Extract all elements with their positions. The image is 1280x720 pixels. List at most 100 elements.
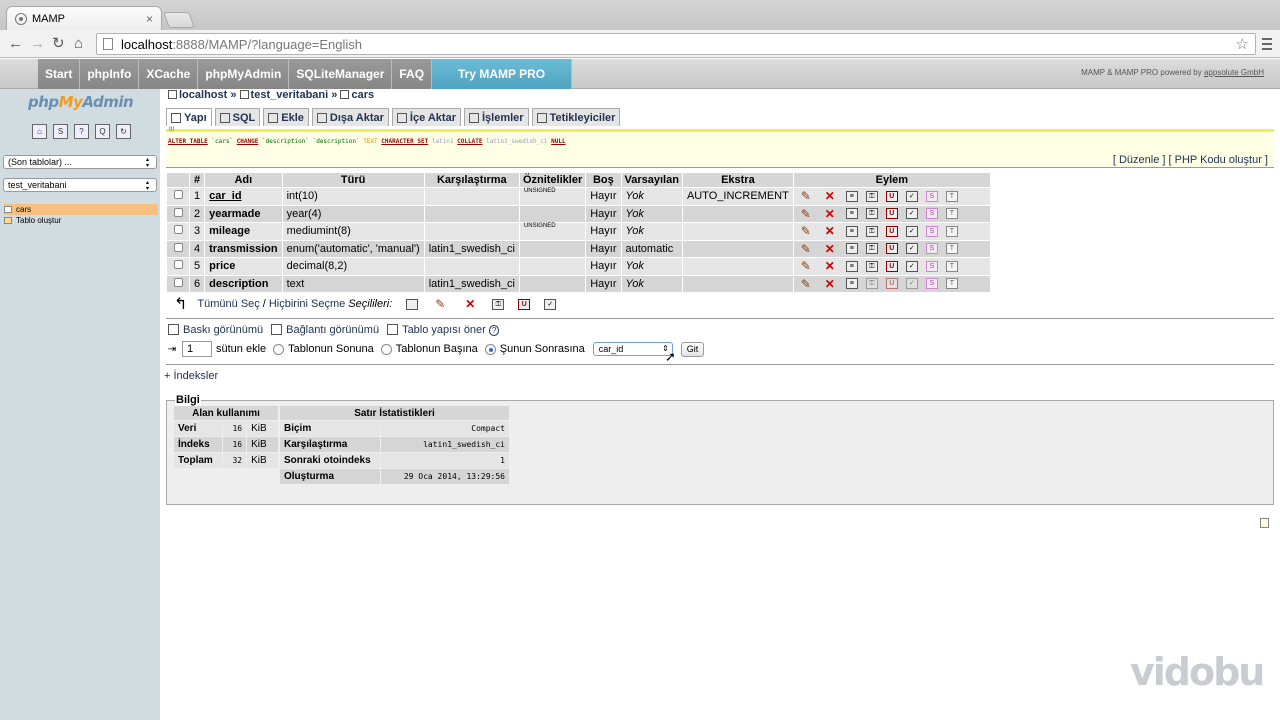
edit-query-link[interactable]: Düzenle xyxy=(1119,154,1159,166)
browse-icon[interactable]: ≡ xyxy=(845,208,858,220)
sql-query-icon[interactable]: S xyxy=(53,124,68,139)
back-arrow-icon[interactable]: ← xyxy=(8,35,23,53)
index-icon[interactable]: ✓ xyxy=(905,260,918,272)
go-button[interactable]: Git xyxy=(680,341,705,357)
spatial-icon[interactable]: S xyxy=(925,260,938,272)
tab-structure[interactable]: Yapı xyxy=(166,108,212,126)
browse-selected-icon[interactable] xyxy=(406,298,419,310)
mamp-nav-faq[interactable]: FAQ xyxy=(392,59,433,89)
primary-key-icon[interactable]: ⚿ xyxy=(865,190,878,202)
fulltext-icon[interactable]: T xyxy=(945,243,958,255)
tab-import[interactable]: İçe Aktar xyxy=(391,108,461,126)
breadcrumb-database[interactable]: test_veritabani xyxy=(251,89,329,101)
primary-key-icon[interactable]: ⚿ xyxy=(865,208,878,220)
drop-icon[interactable]: ✕ xyxy=(822,189,838,203)
tab-export[interactable]: Dışa Aktar xyxy=(311,108,389,126)
mamp-nav-start[interactable]: Start xyxy=(38,59,81,89)
index-icon[interactable]: ✓ xyxy=(905,278,918,290)
indexes-toggle[interactable]: + İndeksler xyxy=(164,370,218,382)
index-icon[interactable]: ✓ xyxy=(905,190,918,202)
drop-icon[interactable]: ✕ xyxy=(822,277,838,291)
primary-key-icon[interactable]: ⚿ xyxy=(865,225,878,237)
primary-selected-icon[interactable]: ⚿ xyxy=(492,298,505,310)
drop-selected-icon[interactable]: ✕ xyxy=(462,297,478,311)
reload-icon[interactable]: ↻ xyxy=(52,35,65,53)
browse-icon[interactable]: ≡ xyxy=(845,278,858,290)
spatial-icon[interactable]: S xyxy=(925,243,938,255)
spatial-icon[interactable]: S xyxy=(925,278,938,290)
fulltext-icon[interactable]: T xyxy=(945,260,958,272)
drop-icon[interactable]: ✕ xyxy=(822,259,838,273)
mamp-nav-sqlitemanager[interactable]: SQLiteManager xyxy=(289,59,393,89)
row-checkbox[interactable] xyxy=(173,207,183,217)
col-header-name[interactable]: Adı xyxy=(205,173,282,187)
edit-icon[interactable]: ✎ xyxy=(798,224,814,238)
tab-triggers[interactable]: Tetikleyiciler xyxy=(531,108,621,126)
sql-docs-icon[interactable]: Q xyxy=(95,124,110,139)
address-bar[interactable]: localhost :8888/MAMP/?language=English ☆ xyxy=(96,33,1256,55)
edit-icon[interactable]: ✎ xyxy=(798,207,814,221)
unique-icon[interactable]: U xyxy=(885,243,898,255)
new-tab-button[interactable] xyxy=(163,12,195,28)
tab-sql[interactable]: SQL xyxy=(214,108,261,126)
select-none-link[interactable]: Hiçbirini Seçme xyxy=(269,298,345,310)
browser-tab[interactable]: MAMP × xyxy=(6,6,162,30)
row-checkbox[interactable] xyxy=(173,260,183,270)
help-icon[interactable]: ? xyxy=(488,325,500,336)
column-count-input[interactable]: 1 xyxy=(182,341,212,357)
select-all-link[interactable]: Tümünü Seç xyxy=(197,298,259,310)
browse-icon[interactable]: ≡ xyxy=(845,243,858,255)
tab-operations[interactable]: İşlemler xyxy=(463,108,529,126)
browser-menu-icon[interactable] xyxy=(1262,38,1272,53)
mamp-nav-phpmyadmin[interactable]: phpMyAdmin xyxy=(198,59,290,89)
propose-structure-link[interactable]: Tablo yapısı öner ? xyxy=(387,324,500,336)
unique-icon[interactable]: U xyxy=(885,225,898,237)
tab-insert[interactable]: Ekle xyxy=(263,108,309,126)
primary-key-icon[interactable]: ⚿ xyxy=(865,278,878,290)
home-icon[interactable]: ⌂ xyxy=(74,35,83,53)
index-icon[interactable]: ✓ xyxy=(905,243,918,255)
mamp-nav-phpinfo[interactable]: phpInfo xyxy=(80,59,140,89)
database-select[interactable]: test_veritabani xyxy=(3,178,157,192)
docs-icon[interactable]: ? xyxy=(74,124,89,139)
spatial-icon[interactable]: S xyxy=(925,208,938,220)
radio-at-beginning[interactable] xyxy=(380,343,392,355)
browse-icon[interactable]: ≡ xyxy=(845,190,858,202)
forward-arrow-icon[interactable]: → xyxy=(30,35,45,53)
row-checkbox[interactable] xyxy=(173,225,183,235)
index-selected-icon[interactable]: ✓ xyxy=(544,298,557,310)
breadcrumb-table[interactable]: cars xyxy=(351,89,374,101)
bookmark-star-icon[interactable]: ☆ xyxy=(1236,35,1249,53)
relation-view-link[interactable]: Bağlantı görünümü xyxy=(271,324,379,336)
breadcrumb-server[interactable]: localhost xyxy=(179,89,227,101)
row-checkbox[interactable] xyxy=(173,277,183,287)
unique-selected-icon[interactable]: U xyxy=(518,298,531,310)
drop-icon[interactable]: ✕ xyxy=(822,207,838,221)
edit-icon[interactable]: ✎ xyxy=(798,277,814,291)
reload-nav-icon[interactable]: ↻ xyxy=(116,124,131,139)
edit-icon[interactable]: ✎ xyxy=(798,189,814,203)
edit-selected-icon[interactable]: ✎ xyxy=(432,297,448,311)
fulltext-icon[interactable]: T xyxy=(945,190,958,202)
radio-after[interactable] xyxy=(484,343,496,355)
create-table-link[interactable]: Tablo oluştur xyxy=(4,215,158,226)
try-mamp-pro-button[interactable]: Try MAMP PRO xyxy=(432,59,573,89)
radio-at-end[interactable] xyxy=(273,343,285,355)
drop-icon[interactable]: ✕ xyxy=(822,224,838,238)
spatial-icon[interactable]: S xyxy=(925,190,938,202)
php-code-link[interactable]: PHP Kodu oluştur xyxy=(1175,154,1262,166)
page-note-icon[interactable] xyxy=(1260,518,1269,528)
unique-icon[interactable]: U xyxy=(885,278,898,290)
edit-icon[interactable]: ✎ xyxy=(798,242,814,256)
index-icon[interactable]: ✓ xyxy=(905,208,918,220)
drop-icon[interactable]: ✕ xyxy=(822,242,838,256)
print-view-link[interactable]: Baskı görünümü xyxy=(168,324,263,336)
row-checkbox[interactable] xyxy=(173,190,183,200)
unique-icon[interactable]: U xyxy=(885,260,898,272)
mamp-nav-xcache[interactable]: XCache xyxy=(139,59,199,89)
after-column-select[interactable]: car_id xyxy=(592,342,673,356)
fulltext-icon[interactable]: T xyxy=(945,278,958,290)
tab-close-icon[interactable]: × xyxy=(146,12,153,26)
fulltext-icon[interactable]: T xyxy=(945,208,958,220)
recent-tables-select[interactable]: (Son tablolar) ... xyxy=(3,155,157,169)
